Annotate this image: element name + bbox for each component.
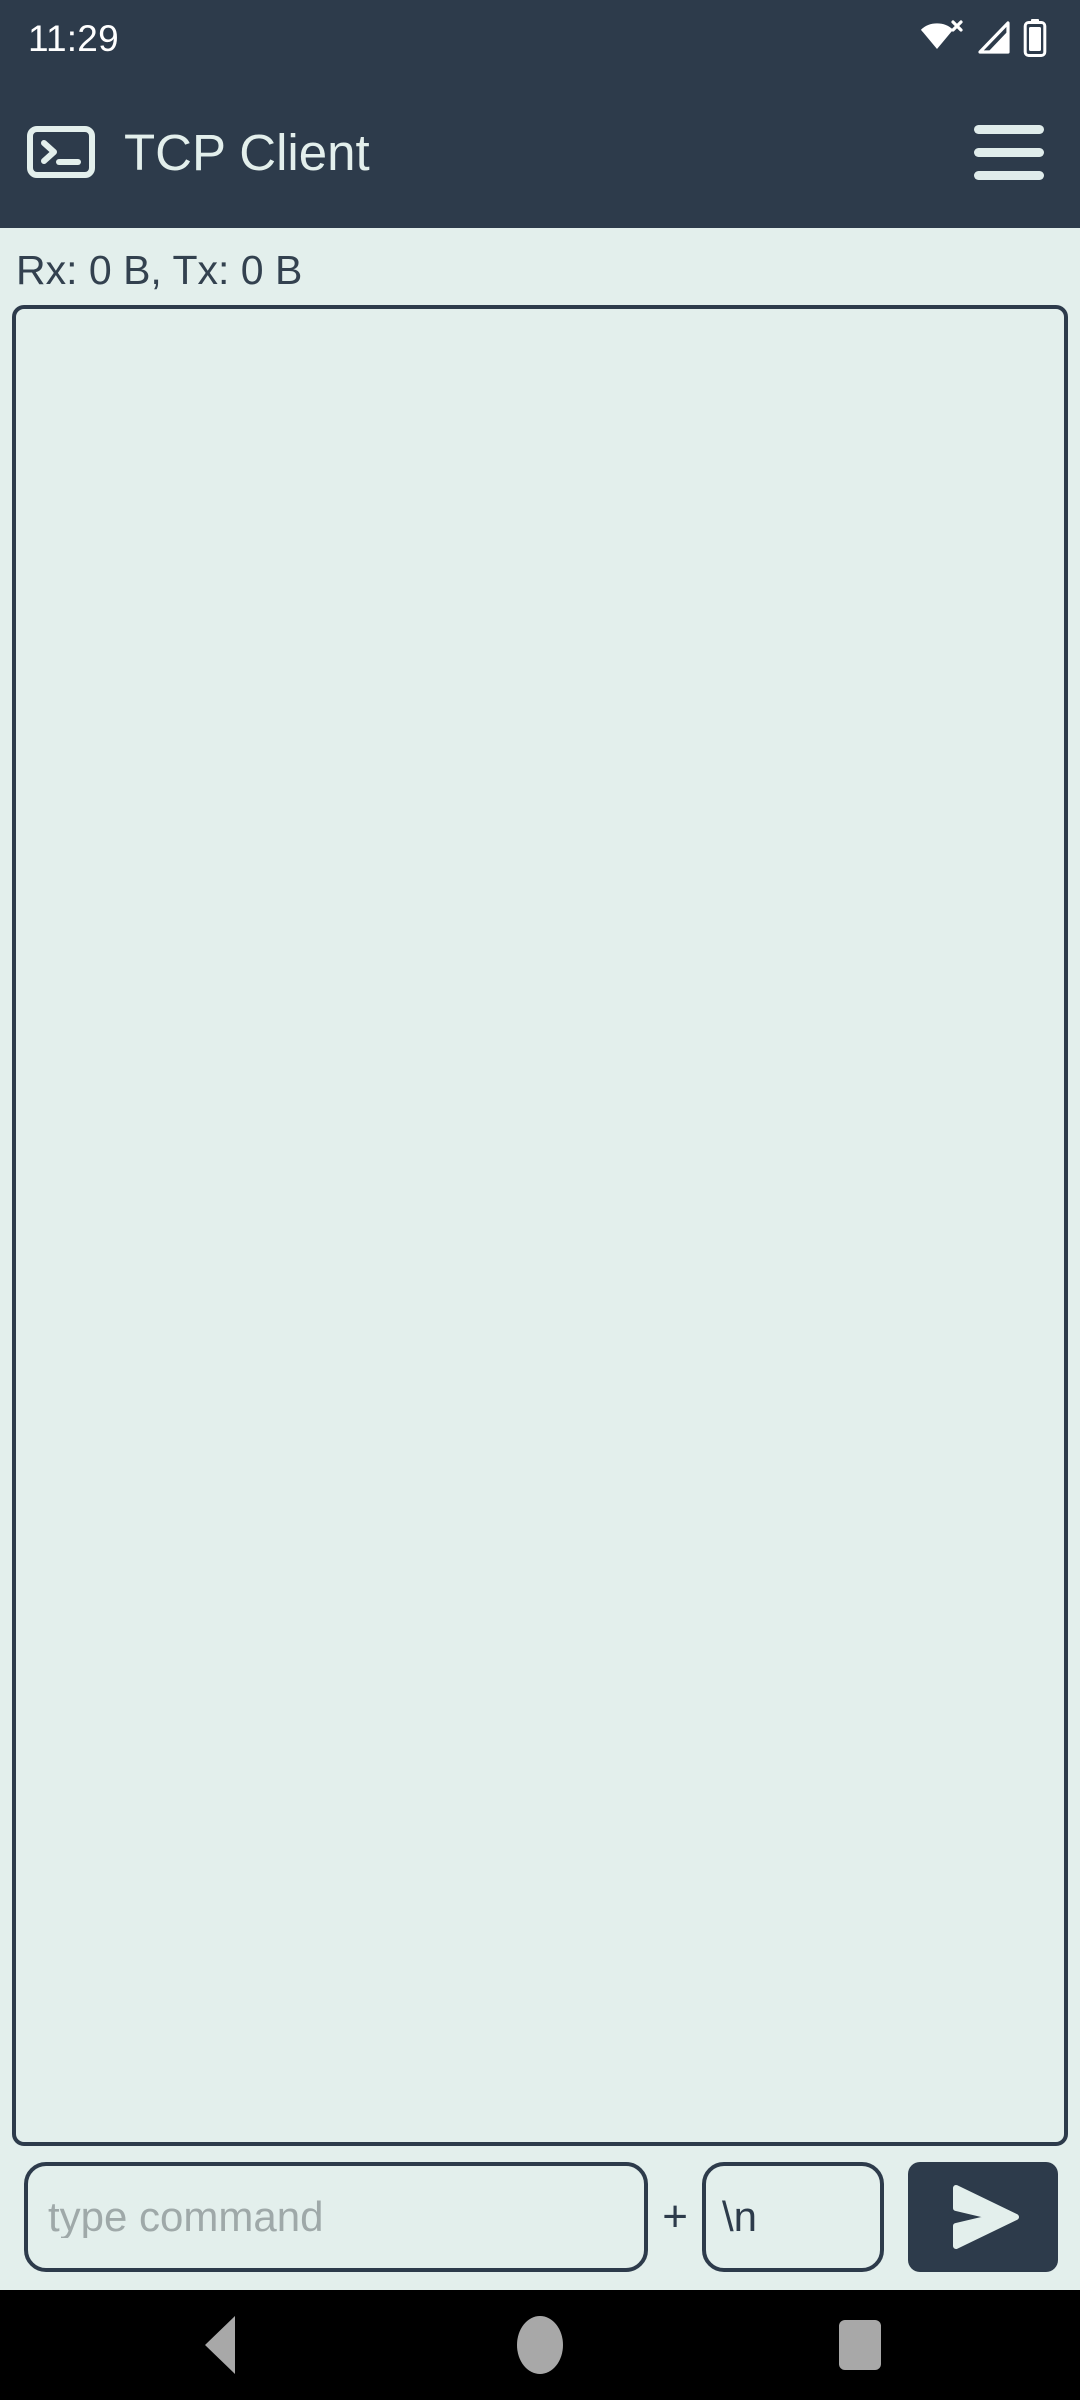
- command-input[interactable]: type command: [24, 2162, 649, 2272]
- command-input-placeholder: type command: [48, 2196, 324, 2238]
- wifi-no-internet-icon: [920, 19, 964, 57]
- status-bar-icons: [920, 18, 1048, 58]
- menu-line-middle: [974, 147, 1044, 157]
- recents-button[interactable]: [800, 2290, 920, 2400]
- plus-separator-label: +: [662, 2192, 688, 2241]
- app-bar: TCP Client: [0, 76, 1080, 228]
- terminal-output-area[interactable]: [12, 305, 1068, 2146]
- line-ending-value: \n: [722, 2193, 758, 2240]
- battery-icon: [1022, 18, 1048, 58]
- home-button[interactable]: [480, 2290, 600, 2400]
- menu-line-bottom: [974, 170, 1044, 180]
- phone-screen: 11:29 TCP Client Rx: 0 B, Tx: 0 B type c…: [0, 0, 1080, 2400]
- menu-line-top: [974, 124, 1044, 134]
- line-ending-input[interactable]: \n: [702, 2162, 884, 2272]
- main-content: Rx: 0 B, Tx: 0 B type command + \n: [0, 228, 1080, 2290]
- terminal-icon: [26, 117, 96, 187]
- cellular-signal-icon: [975, 19, 1011, 57]
- recents-square-icon: [839, 2320, 881, 2370]
- status-bar-clock: 11:29: [28, 17, 119, 59]
- home-circle-icon: [517, 2316, 563, 2374]
- back-triangle-icon: [205, 2316, 235, 2374]
- command-input-row: type command + \n: [12, 2146, 1068, 2290]
- send-arrow-icon: [942, 2174, 1024, 2260]
- status-bar: 11:29: [0, 0, 1080, 76]
- hamburger-menu-icon[interactable]: [972, 115, 1046, 189]
- traffic-stats-label: Rx: 0 B, Tx: 0 B: [16, 247, 303, 293]
- page-title: TCP Client: [124, 123, 370, 181]
- send-button[interactable]: [908, 2162, 1058, 2272]
- android-navigation-bar: [0, 2290, 1080, 2400]
- back-button[interactable]: [160, 2290, 280, 2400]
